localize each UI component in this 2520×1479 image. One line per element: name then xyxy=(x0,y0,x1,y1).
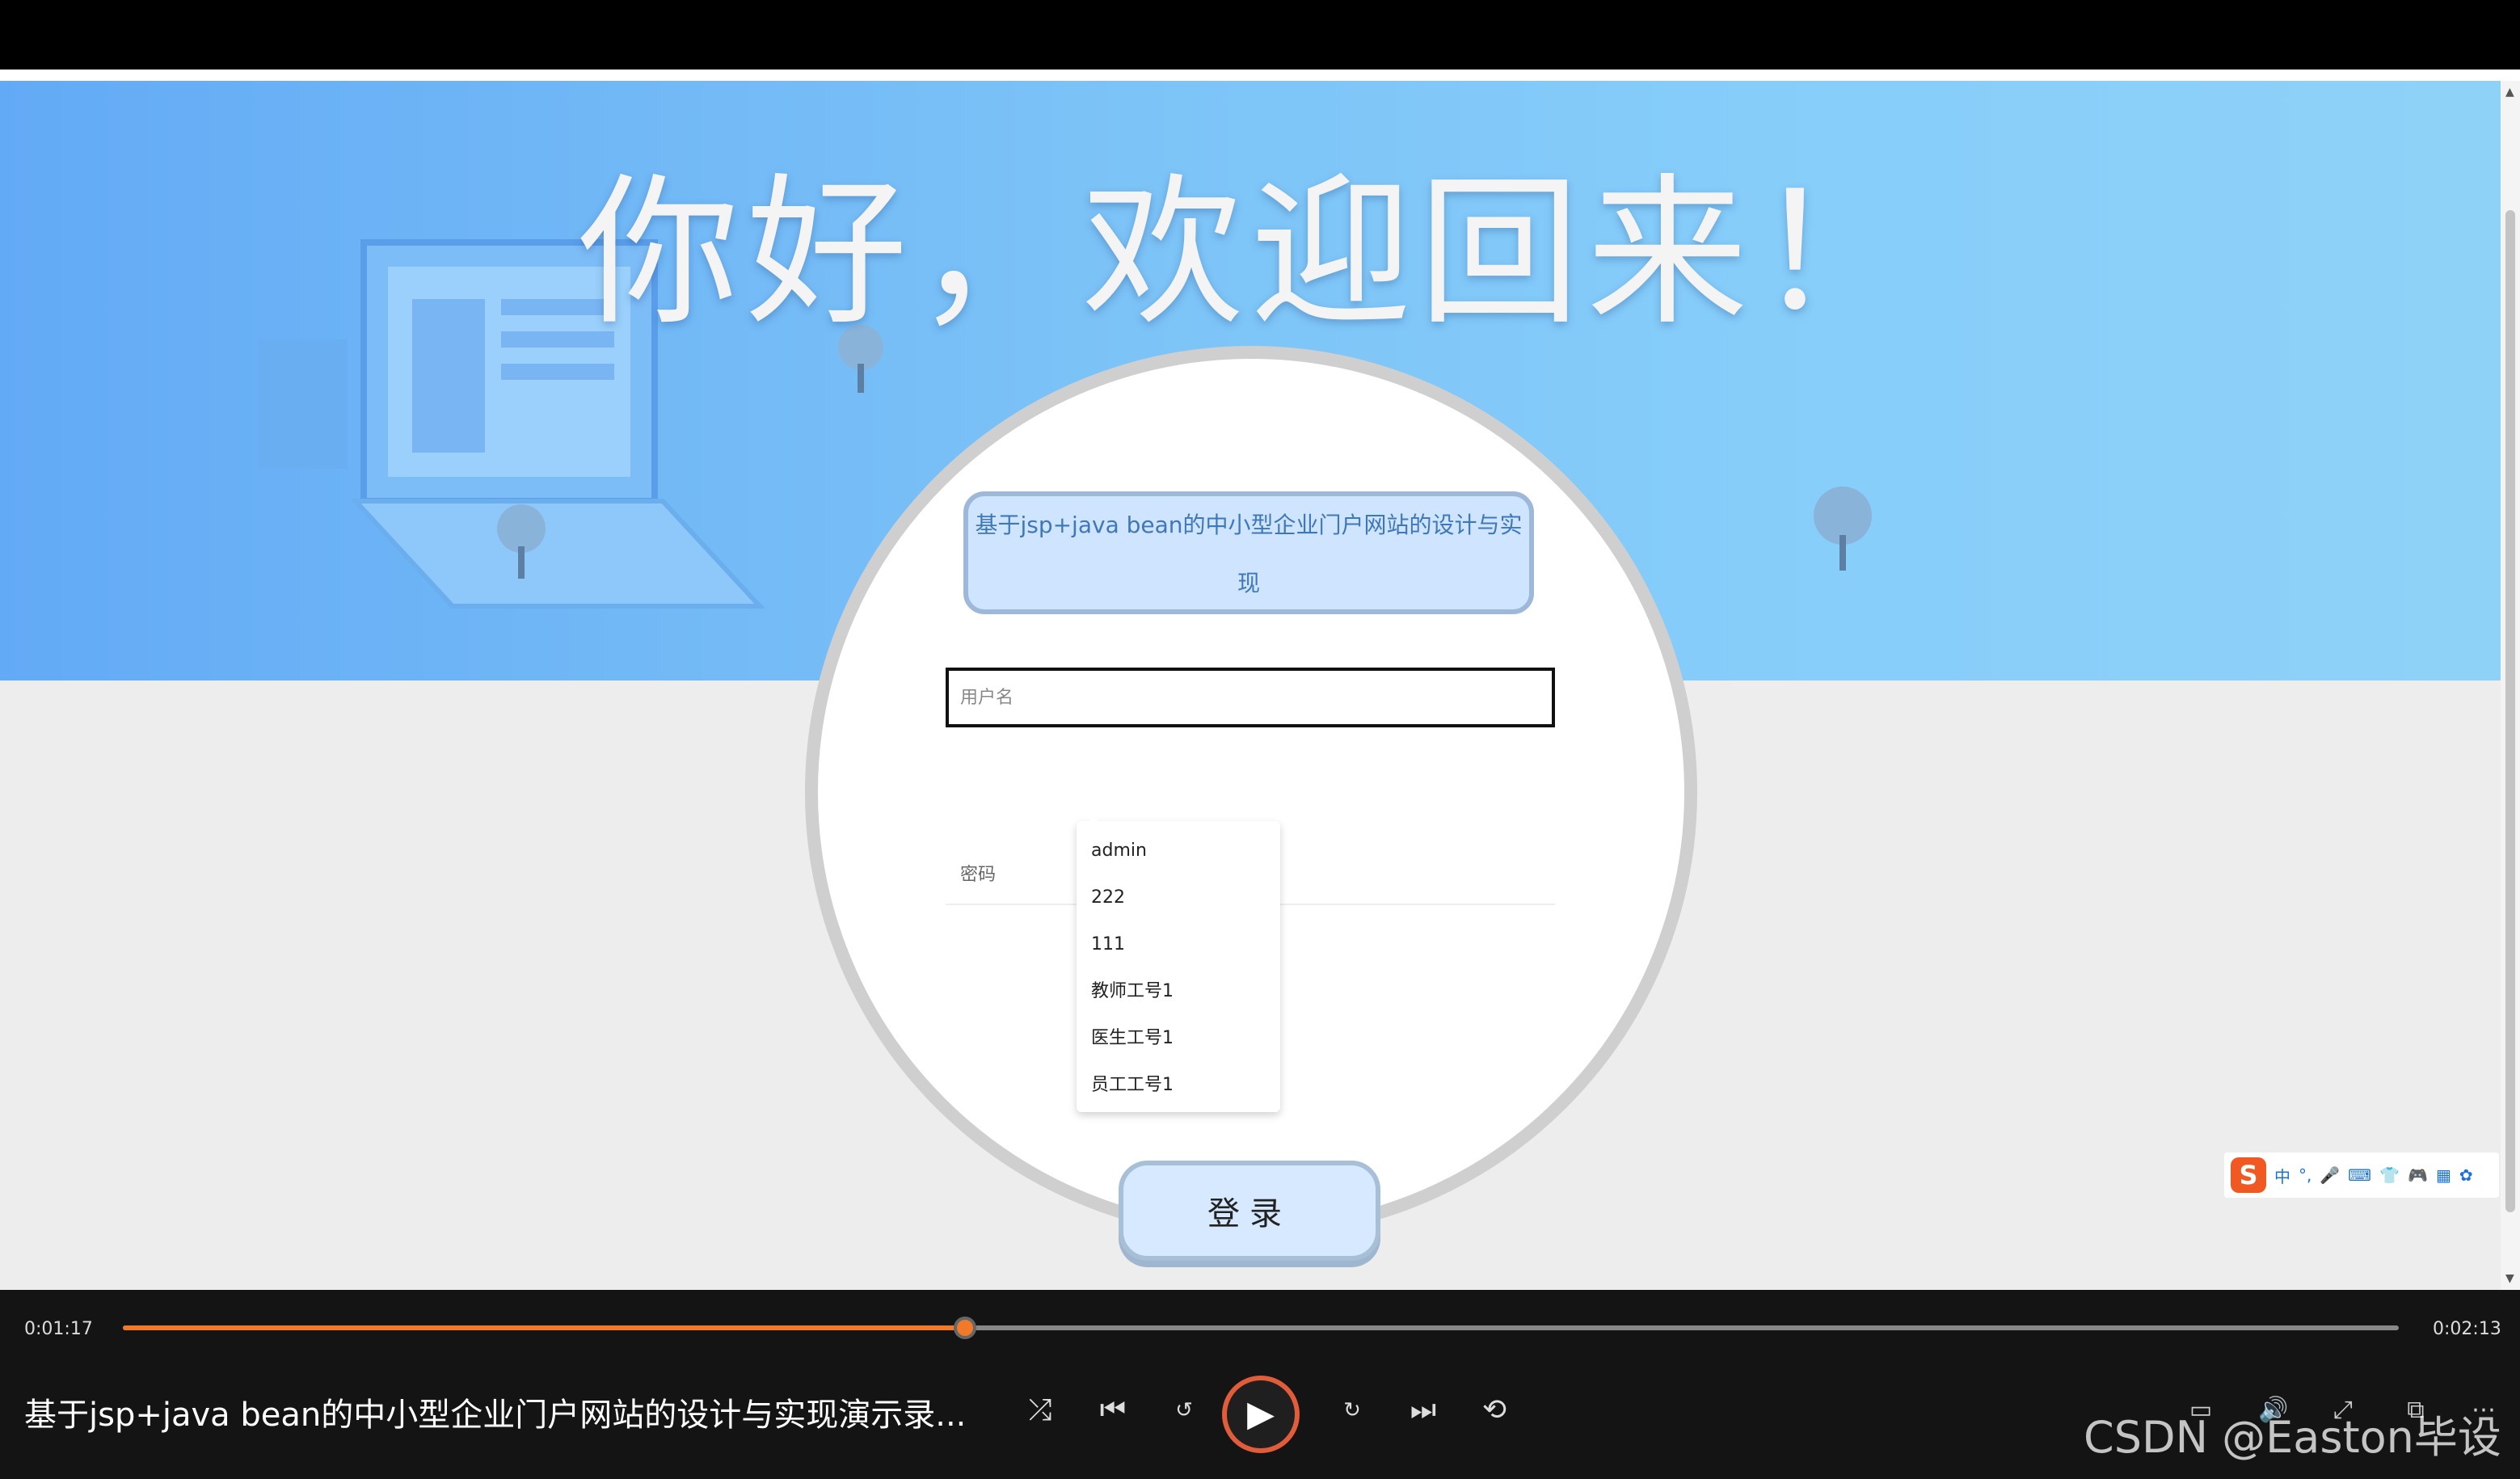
username-input[interactable] xyxy=(946,668,1555,727)
progress-bar[interactable] xyxy=(123,1317,2399,1339)
autocomplete-dropdown: admin 222 111 教师工号1 医生工号1 员工工号1 xyxy=(1077,821,1280,1112)
ime-skin-icon[interactable]: 👕 xyxy=(2379,1165,2400,1185)
autocomplete-option[interactable]: admin xyxy=(1077,828,1280,874)
autocomplete-option[interactable]: 员工工号1 xyxy=(1077,1062,1280,1109)
progress-knob[interactable] xyxy=(953,1317,976,1339)
ime-apps-icon[interactable]: ▦ xyxy=(2436,1165,2451,1185)
ime-punctuation-icon[interactable]: °, xyxy=(2299,1165,2311,1185)
top-black-bar xyxy=(0,0,2520,70)
next-icon[interactable]: ⏭ xyxy=(1403,1390,1443,1431)
ime-voice-icon[interactable]: 🎤 xyxy=(2320,1165,2340,1185)
autocomplete-option[interactable]: 医生工号1 xyxy=(1077,1015,1280,1062)
system-title-box: 基于jsp+java bean的中小型企业门户网站的设计与实现 xyxy=(963,491,1534,614)
video-player-controls: 0:01:17 0:02:13 基于jsp+java bean的中小型企业门户网… xyxy=(0,1290,2520,1479)
tree-icon xyxy=(1814,487,1872,571)
video-title: 基于jsp+java bean的中小型企业门户网站的设计与实现演示录... xyxy=(24,1397,967,1434)
progress-fill xyxy=(123,1325,965,1330)
top-separator xyxy=(0,70,2520,81)
ime-toolbar[interactable]: S 中 °, 🎤 ⌨ 👕 🎮 ▦ ✿ xyxy=(2224,1152,2499,1198)
forward-30-icon[interactable]: ↻ xyxy=(1332,1390,1372,1431)
autocomplete-option[interactable]: 教师工号1 xyxy=(1077,968,1280,1015)
rewind-10-icon[interactable]: ↺ xyxy=(1164,1390,1204,1431)
scrollbar-thumb[interactable] xyxy=(2505,210,2515,1212)
shuffle-icon[interactable]: ⤮ xyxy=(1020,1390,1060,1431)
ime-chinese-mode[interactable]: 中 xyxy=(2274,1164,2290,1187)
welcome-heading: 你好，欢迎回来！ xyxy=(577,159,1923,348)
play-button[interactable]: ▶ xyxy=(1222,1376,1300,1453)
repeat-off-icon[interactable]: ⟲ xyxy=(1474,1390,1515,1431)
previous-icon[interactable]: ⏮ xyxy=(1093,1390,1133,1431)
ime-keyboard-icon[interactable]: ⌨ xyxy=(2348,1165,2371,1185)
autocomplete-option[interactable]: 222 xyxy=(1077,874,1280,921)
ime-settings-icon[interactable]: ✿ xyxy=(2459,1165,2473,1185)
current-time: 0:01:17 xyxy=(24,1319,93,1339)
scroll-up-icon[interactable]: ▲ xyxy=(2505,86,2514,99)
password-placeholder: 密码 xyxy=(960,865,997,885)
sogou-logo-icon[interactable]: S xyxy=(2231,1157,2266,1193)
scroll-down-icon[interactable]: ▼ xyxy=(2505,1272,2514,1285)
ime-game-icon[interactable]: 🎮 xyxy=(2408,1165,2428,1185)
total-time: 0:02:13 xyxy=(2433,1319,2501,1339)
login-button[interactable]: 登录 xyxy=(1119,1161,1380,1261)
tree-icon xyxy=(497,504,546,579)
vertical-scrollbar[interactable]: ▲ ▼ xyxy=(2501,81,2520,1290)
watermark: CSDN @Easton毕设 xyxy=(2084,1412,2501,1463)
autocomplete-option[interactable]: 111 xyxy=(1077,921,1280,968)
web-page-viewport: 你好，欢迎回来！ 基于jsp+java bean的中小型企业门户网站的设计与实现… xyxy=(0,81,2501,1290)
